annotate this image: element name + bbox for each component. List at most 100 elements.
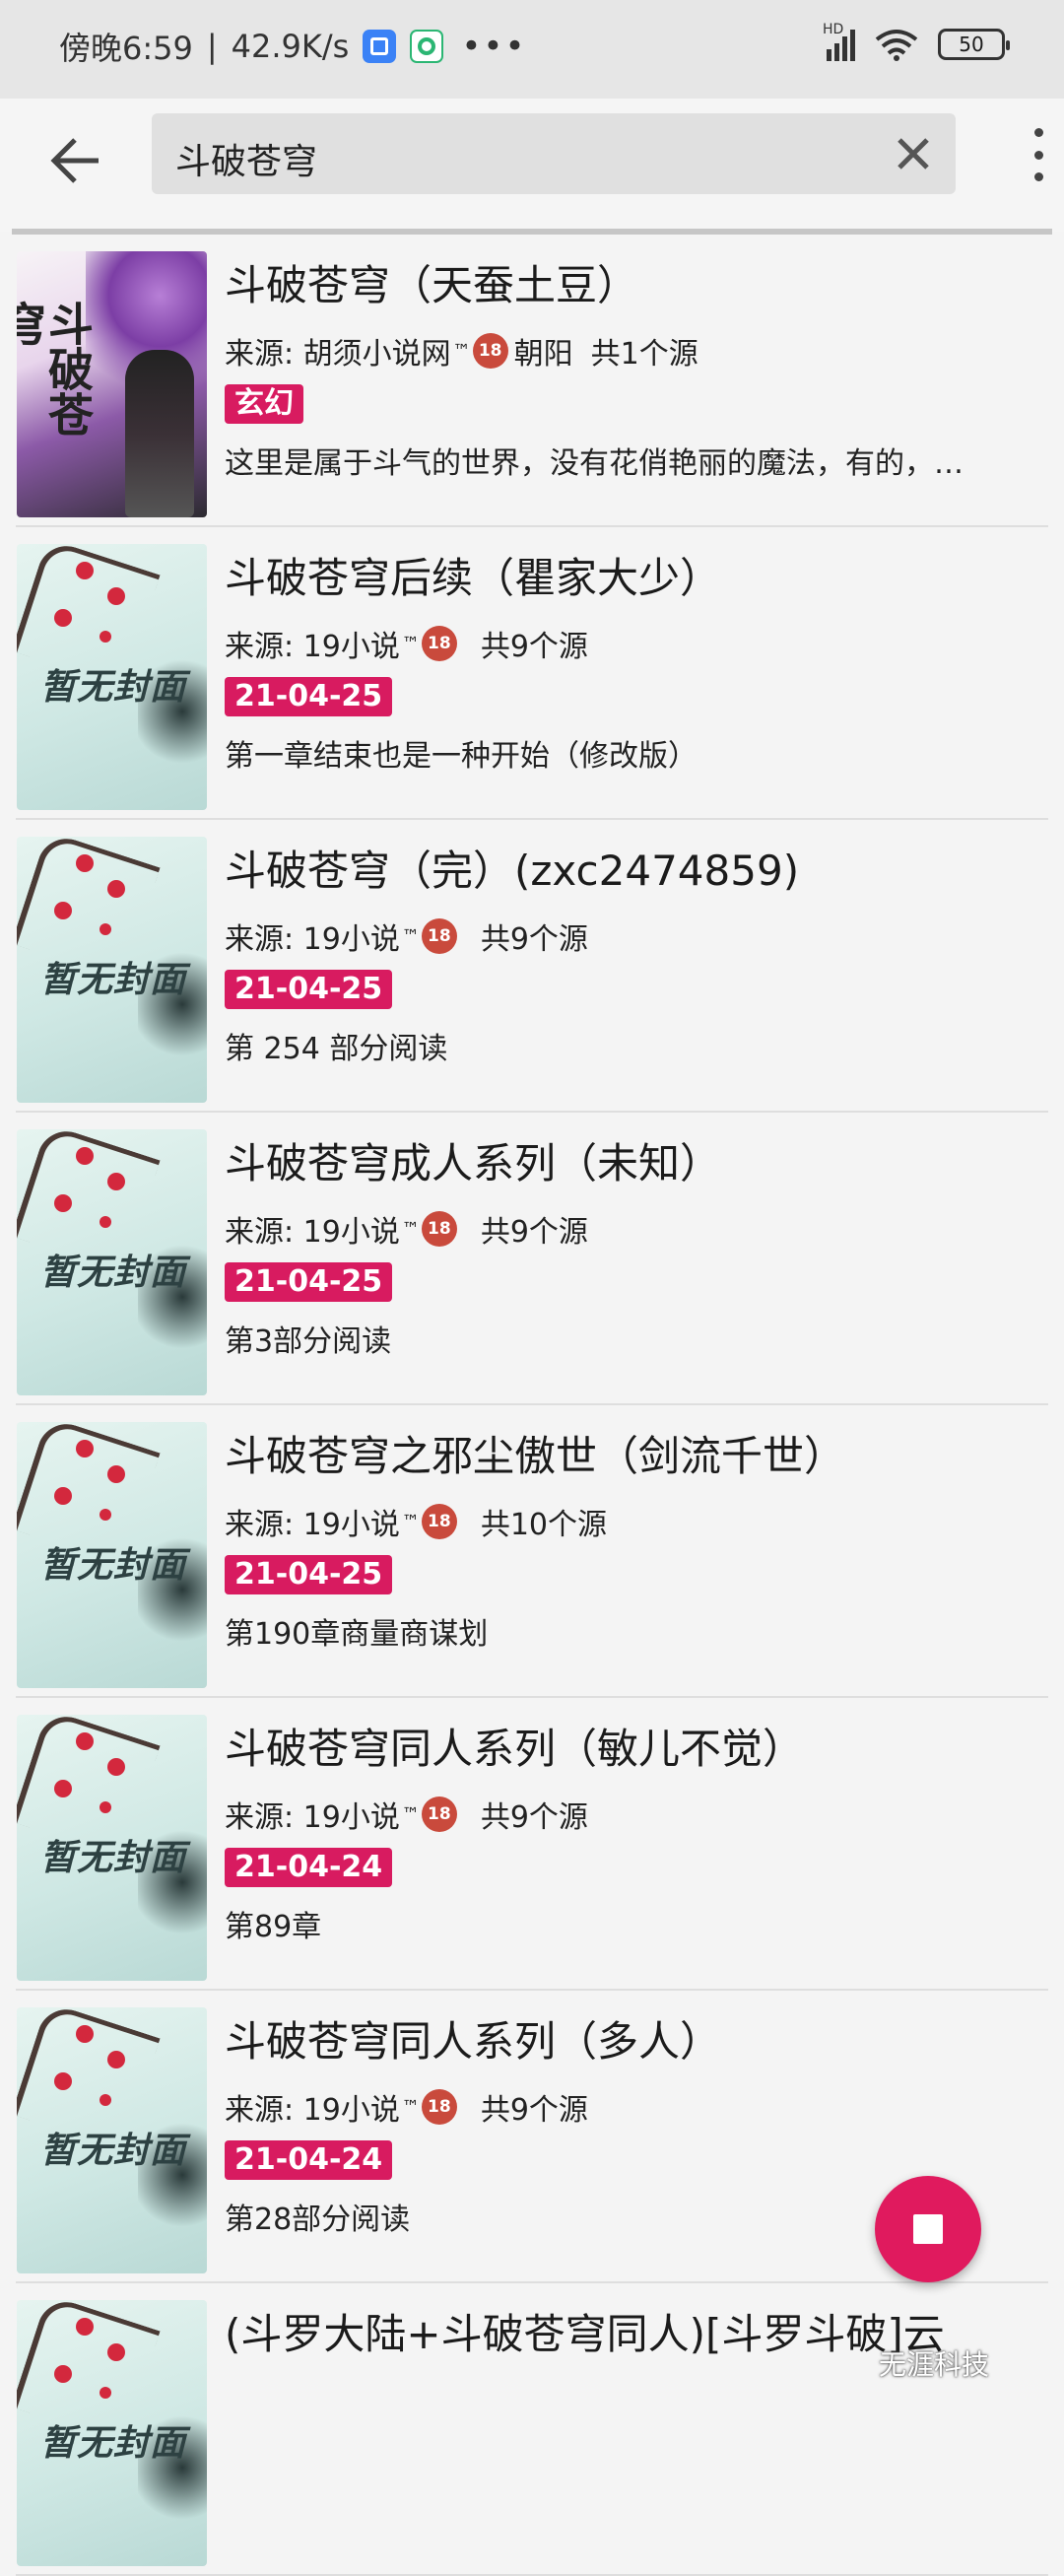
search-query[interactable]: 斗破苍穹: [175, 133, 317, 184]
source-count: 共9个源: [480, 1800, 588, 1835]
close-icon[interactable]: [891, 131, 936, 176]
book-cover: 暂无封面: [17, 837, 207, 1103]
status-bar: 傍晚6:59 | 42.9K/s ••• HD 50: [0, 0, 1064, 99]
book-cover: 暂无封面: [17, 1129, 207, 1395]
no-cover-label: 暂无封面: [40, 1838, 187, 1878]
source-count: 共1个源: [590, 337, 698, 372]
trademark-mark: ™: [401, 925, 420, 947]
book-cover: 暂无封面: [17, 1715, 207, 1981]
book-source: 来源: 19小说 ™ 18 共9个源: [225, 915, 588, 958]
book-tag-badge: 21-04-25: [225, 1555, 393, 1594]
r18-badge-icon: 18: [421, 626, 457, 661]
r18-badge-icon: 18: [421, 1796, 457, 1832]
source-name: 来源: 胡须小说网: [225, 337, 451, 372]
wifi-icon: [875, 30, 918, 61]
book-tag-badge: 21-04-24: [225, 2140, 393, 2180]
trademark-mark: ™: [401, 2096, 420, 2118]
book-source: 来源: 19小说 ™ 18 共9个源: [225, 1207, 588, 1251]
trademark-mark: ™: [401, 1218, 420, 1240]
book-cover: 斗破苍穹: [17, 251, 207, 517]
latest-chapter: 第3部分阅读: [225, 1324, 392, 1359]
watermark: 无涯科技: [879, 2348, 990, 2381]
search-toolbar: 斗破苍穹: [0, 99, 1064, 232]
book-tag-badge: 21-04-25: [225, 677, 393, 716]
latest-chapter: 第一章结束也是一种开始（修改版）: [225, 739, 698, 774]
no-cover-label: 暂无封面: [40, 1253, 187, 1293]
source-count: 共9个源: [480, 2093, 588, 2128]
list-item[interactable]: 暂无封面 (斗罗大陆+斗破苍穹同人)[斗罗斗破]云: [16, 2283, 1048, 2576]
book-source: 来源: 19小说 ™ 18 共10个源: [225, 1500, 607, 1543]
trademark-mark: ™: [452, 340, 471, 362]
book-title: 斗破苍穹成人系列（未知）: [225, 1139, 722, 1187]
r18-badge-icon: 18: [421, 918, 457, 954]
status-right: HD 50: [823, 22, 1010, 61]
book-source: 来源: 19小说 ™ 18 共9个源: [225, 1793, 588, 1836]
trademark-mark: ™: [401, 1803, 420, 1825]
book-title: 斗破苍穹（天蚕土豆）: [225, 261, 639, 309]
list-item[interactable]: 斗破苍穹 斗破苍穹（天蚕土豆） 来源: 胡须小说网 ™ 18 朝阳 共1个源玄幻这里是属于斗…: [16, 235, 1048, 527]
list-item[interactable]: 暂无封面 斗破苍穹后续（瞿家大少） 来源: 19小说 ™ 18 共9个源 21-04-25 第…: [16, 527, 1048, 820]
list-item[interactable]: 暂无封面 斗破苍穹成人系列（未知） 来源: 19小说 ™ 18 共9个源 21-04-25 第…: [16, 1113, 1048, 1405]
trademark-mark: ™: [401, 1511, 420, 1532]
book-source: 来源: 胡须小说网 ™ 18 朝阳 共1个源: [225, 329, 698, 373]
more-vert-icon[interactable]: [1019, 120, 1058, 189]
source-name: 来源: 19小说: [225, 1800, 400, 1835]
cell-signal-icon: HD: [823, 22, 855, 61]
more-notifications-icon: •••: [461, 27, 527, 66]
cover-title: 斗破苍穹: [17, 301, 95, 437]
no-cover-label: 暂无封面: [40, 960, 187, 1000]
no-cover-label: 暂无封面: [40, 667, 187, 708]
status-separator: |: [206, 28, 218, 65]
list-item[interactable]: 暂无封面 斗破苍穹同人系列（敏儿不觉） 来源: 19小说 ™ 18 共9个源 21-04-2…: [16, 1698, 1048, 1991]
source-name: 来源: 19小说: [225, 630, 400, 664]
arrow-left-icon[interactable]: [41, 126, 110, 195]
book-cover: 暂无封面: [17, 2007, 207, 2273]
no-cover-label: 暂无封面: [40, 1545, 187, 1586]
source-name: 来源: 19小说: [225, 922, 400, 957]
r18-badge-icon: 18: [421, 1504, 457, 1539]
book-source: 来源: 19小说 ™ 18 共9个源: [225, 2085, 588, 2129]
list-item[interactable]: 暂无封面 斗破苍穹（完）(zxc2474859) 来源: 19小说 ™ 18 共9个源 21…: [16, 820, 1048, 1113]
book-tag-badge: 21-04-24: [225, 1848, 393, 1887]
source-count: 共9个源: [480, 922, 588, 957]
status-time: 傍晚6:59: [59, 30, 193, 67]
app-notification-icon-2: [410, 30, 444, 63]
trademark-mark: ™: [401, 633, 420, 654]
source-count: 共9个源: [480, 1215, 588, 1250]
source-name: 来源: 19小说: [225, 2093, 400, 2128]
book-cover: 暂无封面: [17, 544, 207, 810]
list-item[interactable]: 暂无封面 斗破苍穹之邪尘傲世（剑流千世） 来源: 19小说 ™ 18 共10个源 21-04…: [16, 1405, 1048, 1698]
search-input[interactable]: 斗破苍穹: [152, 113, 956, 194]
stop-icon: [913, 2214, 943, 2244]
latest-chapter: 第 254 部分阅读: [225, 1032, 448, 1066]
book-tag-badge: 21-04-25: [225, 1262, 393, 1302]
book-title: 斗破苍穹后续（瞿家大少）: [225, 554, 722, 602]
no-cover-label: 暂无封面: [40, 2131, 187, 2171]
book-source: 来源: 19小说 ™ 18 共9个源: [225, 622, 588, 665]
source-name: 来源: 19小说: [225, 1508, 400, 1542]
stop-search-button[interactable]: [875, 2176, 981, 2282]
no-cover-label: 暂无封面: [40, 2423, 187, 2464]
book-cover: 暂无封面: [17, 2300, 207, 2566]
source-extra: 朝阳: [513, 337, 573, 372]
book-title: 斗破苍穹之邪尘傲世（剑流千世）: [225, 1432, 846, 1480]
battery-icon: 50: [938, 29, 1010, 60]
book-tag-badge: 玄幻: [225, 384, 303, 424]
status-left: 傍晚6:59 | 42.9K/s •••: [59, 24, 527, 69]
source-count: 共10个源: [480, 1508, 608, 1542]
book-tag-badge: 21-04-25: [225, 970, 393, 1009]
r18-badge-icon: 18: [421, 1211, 457, 1247]
book-title: 斗破苍穹同人系列（敏儿不觉）: [225, 1725, 805, 1773]
latest-chapter: 第89章: [225, 1910, 322, 1944]
r18-badge-icon: 18: [472, 333, 508, 369]
source-name: 来源: 19小说: [225, 1215, 400, 1250]
book-title: 斗破苍穹同人系列（多人）: [225, 2017, 722, 2066]
app-notification-icon: [363, 30, 397, 63]
source-count: 共9个源: [480, 630, 588, 664]
status-net-speed: 42.9K/s: [231, 28, 350, 65]
book-title: 斗破苍穹（完）(zxc2474859): [225, 847, 800, 895]
latest-chapter: 第190章商量商谋划: [225, 1617, 489, 1652]
book-title: (斗罗大陆+斗破苍穹同人)[斗罗斗破]云: [225, 2310, 945, 2358]
book-cover: 暂无封面: [17, 1422, 207, 1688]
latest-chapter: 这里是属于斗气的世界，没有花俏艳丽的魔法，有的，…: [225, 446, 964, 481]
